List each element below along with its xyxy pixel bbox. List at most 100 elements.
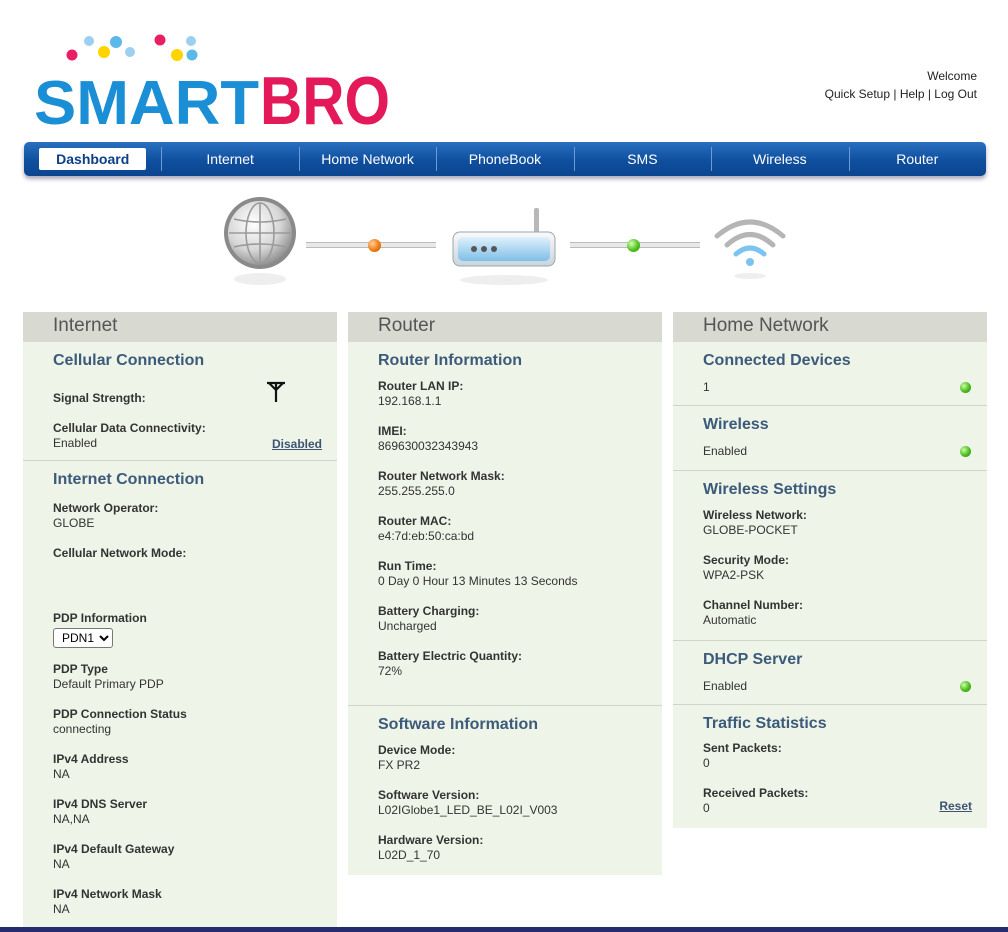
link-separator: | bbox=[890, 87, 900, 101]
pdp-type-label: PDP Type bbox=[53, 662, 108, 676]
software-version-value: L02IGlobe1_LED_BE_L02I_V003 bbox=[378, 803, 558, 817]
pdp-status-field: PDP Connection Status connecting bbox=[53, 707, 322, 737]
router-mask-value: 255.255.255.0 bbox=[378, 484, 455, 498]
ipv4-mask-value: NA bbox=[53, 902, 70, 916]
wireless-title: Wireless bbox=[703, 416, 769, 433]
nav-sms[interactable]: SMS bbox=[573, 142, 711, 176]
dhcp-server-title: DHCP Server bbox=[703, 651, 803, 668]
traffic-statistics-title: Traffic Statistics bbox=[703, 715, 827, 732]
hardware-version-field: Hardware Version: L02D_1_70 bbox=[378, 833, 647, 863]
nav-label: SMS bbox=[627, 151, 658, 167]
device-mode-field: Device Mode: FX PR2 bbox=[378, 743, 647, 773]
ipv4-address-value: NA bbox=[53, 767, 70, 781]
data-connectivity-label: Cellular Data Connectivity: bbox=[53, 421, 206, 435]
ipv4-address-label: IPv4 Address bbox=[53, 752, 129, 766]
router-mac-value: e4:7d:eb:50:ca:bd bbox=[378, 529, 475, 543]
battery-quantity-label: Battery Electric Quantity: bbox=[378, 649, 523, 663]
sent-packets-label: Sent Packets: bbox=[703, 741, 782, 755]
ipv4-gateway-field: IPv4 Default Gateway NA bbox=[53, 842, 322, 872]
wireless-field: Enabled bbox=[703, 444, 972, 459]
pdp-select[interactable]: PDN1 bbox=[53, 628, 113, 648]
ipv4-address-field: IPv4 Address NA bbox=[53, 752, 322, 782]
internet-status-led bbox=[368, 239, 381, 252]
cellular-connection-section: Cellular Connection Signal Strength: Cel… bbox=[23, 342, 337, 460]
router-lan-ip-label: Router LAN IP: bbox=[378, 379, 464, 393]
nav-phonebook[interactable]: PhoneBook bbox=[436, 142, 573, 176]
ipv4-dns-label: IPv4 DNS Server bbox=[53, 797, 148, 811]
battery-charging-value: Uncharged bbox=[378, 619, 437, 633]
logo-text-smart: SMART bbox=[34, 69, 259, 130]
wifi-icon bbox=[712, 214, 788, 289]
logout-link[interactable]: Log Out bbox=[934, 87, 977, 101]
nav-wireless[interactable]: Wireless bbox=[711, 142, 848, 176]
bottom-bar bbox=[0, 927, 1008, 932]
pdp-information-field: PDP Information PDN1 bbox=[53, 611, 322, 648]
wireless-settings-section: Wireless Settings Wireless Network: GLOB… bbox=[673, 470, 987, 640]
run-time-field: Run Time: 0 Day 0 Hour 13 Minutes 13 Sec… bbox=[378, 559, 647, 589]
battery-charging-label: Battery Charging: bbox=[378, 604, 480, 618]
internet-connection-section: Internet Connection Network Operator: GL… bbox=[23, 460, 337, 917]
signal-antenna-icon bbox=[264, 380, 288, 409]
ipv4-mask-field: IPv4 Network Mask NA bbox=[53, 887, 322, 917]
nav-home-network[interactable]: Home Network bbox=[298, 142, 436, 176]
software-information-section: Software Information Device Mode: FX PR2… bbox=[348, 705, 662, 863]
dhcp-server-value: Enabled bbox=[703, 679, 748, 693]
connection-status-graphic bbox=[0, 190, 1008, 295]
internet-panel-header: Internet bbox=[23, 312, 337, 342]
nav-internet[interactable]: Internet bbox=[161, 142, 298, 176]
router-information-section: Router Information Router LAN IP: 192.16… bbox=[348, 342, 662, 705]
channel-number-field: Channel Number: Automatic bbox=[703, 598, 972, 628]
welcome-text: Welcome bbox=[927, 69, 977, 83]
internet-connection-title: Internet Connection bbox=[53, 471, 205, 488]
reset-statistics-link[interactable]: Reset bbox=[939, 799, 972, 813]
battery-charging-field: Battery Charging: Uncharged bbox=[378, 604, 647, 634]
nav-label: Dashboard bbox=[39, 148, 147, 170]
software-version-label: Software Version: bbox=[378, 788, 480, 802]
smartbro-logo: SMART BRO bbox=[34, 34, 394, 130]
pdp-information-label: PDP Information bbox=[53, 611, 147, 625]
ipv4-dns-field: IPv4 DNS Server NA,NA bbox=[53, 797, 322, 827]
network-operator-value: GLOBE bbox=[53, 516, 95, 530]
globe-icon bbox=[222, 195, 298, 300]
wireless-value: Enabled bbox=[703, 444, 748, 458]
connected-devices-led bbox=[960, 382, 971, 393]
router-mac-field: Router MAC: e4:7d:eb:50:ca:bd bbox=[378, 514, 647, 544]
router-mask-field: Router Network Mask: 255.255.255.0 bbox=[378, 469, 647, 499]
dhcp-server-field: Enabled bbox=[703, 679, 972, 694]
software-version-field: Software Version: L02IGlobe1_LED_BE_L02I… bbox=[378, 788, 647, 818]
home-network-panel-header: Home Network bbox=[673, 312, 987, 342]
pdp-status-value: connecting bbox=[53, 722, 112, 736]
connected-devices-section: Connected Devices 1 bbox=[673, 342, 987, 405]
channel-number-value: Automatic bbox=[703, 613, 757, 627]
link-separator: | bbox=[924, 87, 935, 101]
network-operator-field: Network Operator: GLOBE bbox=[53, 501, 322, 531]
run-time-label: Run Time: bbox=[378, 559, 437, 573]
router-lan-ip-field: Router LAN IP: 192.168.1.1 bbox=[378, 379, 647, 409]
help-link[interactable]: Help bbox=[900, 87, 925, 101]
nav-router[interactable]: Router bbox=[848, 142, 986, 176]
nav-label: PhoneBook bbox=[468, 151, 542, 167]
battery-quantity-field: Battery Electric Quantity: 72% bbox=[378, 649, 647, 679]
disable-data-link[interactable]: Disabled bbox=[272, 437, 322, 451]
wireless-section: Wireless Enabled bbox=[673, 405, 987, 470]
received-packets-field: Received Packets: 0 bbox=[703, 786, 972, 816]
ipv4-gateway-value: NA bbox=[53, 857, 70, 871]
hardware-version-value: L02D_1_70 bbox=[378, 848, 441, 862]
router-information-title: Router Information bbox=[378, 352, 522, 369]
connected-devices-field: 1 bbox=[703, 380, 972, 395]
nav-label: Router bbox=[896, 151, 939, 167]
traffic-statistics-section: Traffic Statistics Sent Packets: 0 Recei… bbox=[673, 704, 987, 816]
network-mode-field: Cellular Network Mode: bbox=[53, 546, 322, 611]
top-links: Welcome Quick Setup | Help | Log Out bbox=[825, 67, 977, 103]
quick-setup-link[interactable]: Quick Setup bbox=[825, 87, 890, 101]
security-mode-value: WPA2-PSK bbox=[703, 568, 765, 582]
connected-devices-title: Connected Devices bbox=[703, 352, 851, 369]
run-time-value: 0 Day 0 Hour 13 Minutes 13 Seconds bbox=[378, 574, 578, 588]
hardware-version-label: Hardware Version: bbox=[378, 833, 484, 847]
wireless-network-label: Wireless Network: bbox=[703, 508, 807, 522]
battery-quantity-value: 72% bbox=[378, 664, 403, 678]
received-packets-value: 0 bbox=[703, 801, 710, 815]
nav-label: Wireless bbox=[752, 151, 807, 167]
nav-dashboard[interactable]: Dashboard bbox=[24, 142, 161, 176]
main-nav: Dashboard Internet Home Network PhoneBoo… bbox=[24, 142, 986, 176]
